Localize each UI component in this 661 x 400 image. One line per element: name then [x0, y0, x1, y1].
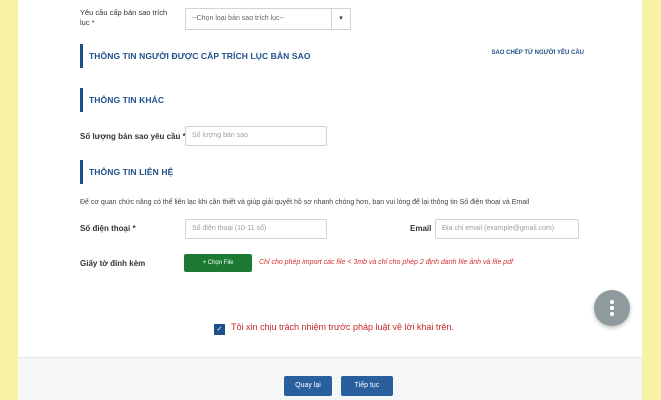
email-input[interactable]: Địa chỉ email (example@gmail.com) — [435, 219, 579, 239]
section-contact-title: THÔNG TIN LIÊN HỆ — [89, 167, 174, 177]
section-recipient: THÔNG TIN NGƯỜI ĐƯỢC CẤP TRÍCH LỤC BẢN S… — [80, 44, 440, 68]
quantity-label: Số lượng bản sao yêu cầu * — [80, 132, 186, 141]
contact-info-text: Để cơ quan chức năng có thể liên lạc khi… — [80, 199, 530, 206]
attachment-label: Giấy tờ đính kèm — [80, 259, 146, 268]
more-vertical-icon[interactable] — [594, 290, 630, 326]
next-button[interactable]: Tiếp tục — [341, 376, 393, 396]
section-contact: THÔNG TIN LIÊN HỆ — [80, 160, 280, 184]
copy-from-requester-link[interactable]: SAO CHÉP TỪ NGƯỜI YÊU CẦU — [491, 50, 584, 56]
section-other: THÔNG TIN KHÁC — [80, 88, 280, 112]
attachment-note: Chỉ cho phép import các file < 3mb và ch… — [259, 259, 513, 266]
form-panel: Yêu cầu cấp bản sao trích lục * --Chọn l… — [18, 0, 642, 400]
chevron-down-icon[interactable]: ▾ — [331, 9, 350, 29]
checkmark-icon[interactable]: ✓ — [214, 324, 225, 335]
commitment-text: Tôi xin chịu trách nhiệm trước pháp luật… — [231, 322, 454, 332]
section-recipient-title: THÔNG TIN NGƯỜI ĐƯỢC CẤP TRÍCH LỤC BẢN S… — [89, 51, 311, 61]
phone-label: Số điện thoại * — [80, 224, 136, 233]
back-button[interactable]: Quay lại — [284, 376, 332, 396]
phone-input[interactable]: Số điện thoại (10-11 số) — [185, 219, 327, 239]
commitment-checkbox-row[interactable]: ✓ Tôi xin chịu trách nhiệm trước pháp luậ… — [214, 322, 454, 335]
choose-file-button[interactable]: + Chọn File — [184, 254, 252, 272]
email-label: Email — [410, 224, 432, 233]
copy-type-label: Yêu cầu cấp bản sao trích lục * — [80, 8, 168, 27]
quantity-input[interactable]: Số lượng bản sao — [185, 126, 327, 146]
copy-type-selected-value: --Chọn loại bản sao trích lục-- — [192, 15, 285, 22]
copy-type-select[interactable]: --Chọn loại bản sao trích lục-- ▾ — [185, 8, 351, 30]
section-other-title: THÔNG TIN KHÁC — [89, 95, 165, 105]
